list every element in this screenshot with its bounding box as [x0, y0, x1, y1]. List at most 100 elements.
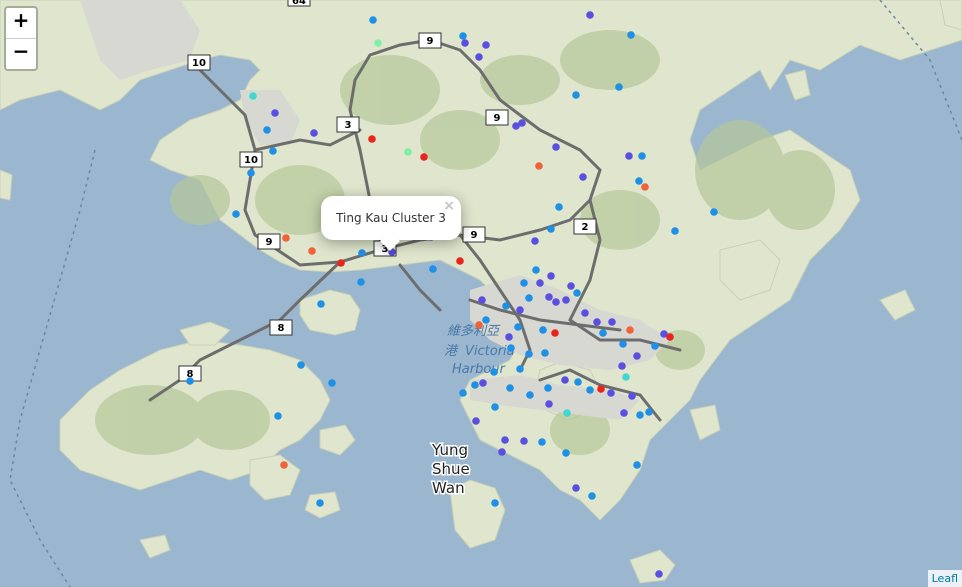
cluster-marker[interactable]: [626, 326, 634, 334]
cluster-marker[interactable]: [572, 91, 580, 99]
cluster-marker[interactable]: [274, 412, 282, 420]
cluster-marker[interactable]: [374, 39, 382, 47]
cluster-marker[interactable]: [532, 266, 540, 274]
cluster-marker[interactable]: [249, 92, 257, 100]
map-canvas[interactable]: Yung Shue Wan 維多利亞 港 Victoria Harbour 10…: [0, 0, 962, 587]
cluster-marker[interactable]: [459, 389, 467, 397]
cluster-marker[interactable]: [651, 342, 659, 350]
cluster-marker[interactable]: [628, 392, 636, 400]
cluster-marker[interactable]: [619, 340, 627, 348]
cluster-marker[interactable]: [520, 437, 528, 445]
zoom-in-button[interactable]: +: [6, 8, 36, 39]
cluster-marker[interactable]: [310, 129, 318, 137]
cluster-marker[interactable]: [247, 169, 255, 177]
cluster-marker[interactable]: [471, 381, 479, 389]
cluster-marker[interactable]: [599, 329, 607, 337]
cluster-marker[interactable]: [317, 300, 325, 308]
cluster-marker[interactable]: [186, 377, 194, 385]
cluster-marker[interactable]: [655, 570, 663, 578]
cluster-marker[interactable]: [710, 208, 718, 216]
cluster-marker[interactable]: [563, 409, 571, 417]
cluster-marker[interactable]: [555, 203, 563, 211]
cluster-marker[interactable]: [636, 411, 644, 419]
cluster-marker[interactable]: [618, 362, 626, 370]
cluster-marker[interactable]: [671, 227, 679, 235]
cluster-marker[interactable]: [482, 316, 490, 324]
cluster-marker[interactable]: [282, 234, 290, 242]
cluster-marker[interactable]: [622, 373, 630, 381]
cluster-marker[interactable]: [579, 173, 587, 181]
cluster-marker[interactable]: [551, 329, 559, 337]
cluster-marker[interactable]: [478, 296, 486, 304]
cluster-marker[interactable]: [574, 378, 582, 386]
cluster-marker[interactable]: [502, 302, 510, 310]
cluster-marker[interactable]: [280, 461, 288, 469]
cluster-marker[interactable]: [475, 321, 483, 329]
cluster-marker[interactable]: [572, 484, 580, 492]
cluster-marker[interactable]: [538, 438, 546, 446]
cluster-marker[interactable]: [297, 361, 305, 369]
cluster-marker[interactable]: [562, 296, 570, 304]
cluster-marker[interactable]: [531, 237, 539, 245]
cluster-marker[interactable]: [552, 298, 560, 306]
cluster-marker[interactable]: [562, 449, 570, 457]
cluster-marker[interactable]: [597, 385, 605, 393]
cluster-marker[interactable]: [638, 152, 646, 160]
cluster-marker[interactable]: [547, 225, 555, 233]
cluster-marker[interactable]: [516, 306, 524, 314]
cluster-marker[interactable]: [456, 257, 464, 265]
cluster-marker[interactable]: [635, 177, 643, 185]
cluster-marker[interactable]: [420, 153, 428, 161]
cluster-marker[interactable]: [545, 293, 553, 301]
cluster-marker[interactable]: [536, 279, 544, 287]
cluster-marker[interactable]: [627, 31, 635, 39]
cluster-marker[interactable]: [615, 83, 623, 91]
cluster-marker[interactable]: [525, 350, 533, 358]
cluster-marker[interactable]: [358, 249, 366, 257]
cluster-marker[interactable]: [581, 309, 589, 317]
cluster-marker[interactable]: [501, 436, 509, 444]
cluster-marker[interactable]: [482, 41, 490, 49]
cluster-marker[interactable]: [491, 499, 499, 507]
attribution[interactable]: Leafl: [927, 570, 962, 587]
cluster-marker[interactable]: [263, 126, 271, 134]
cluster-marker[interactable]: [316, 499, 324, 507]
zoom-out-button[interactable]: −: [6, 39, 36, 69]
cluster-marker[interactable]: [429, 265, 437, 273]
cluster-marker[interactable]: [607, 389, 615, 397]
cluster-marker[interactable]: [337, 259, 345, 267]
cluster-marker[interactable]: [232, 210, 240, 218]
cluster-marker[interactable]: [525, 294, 533, 302]
cluster-marker[interactable]: [507, 344, 515, 352]
cluster-marker[interactable]: [505, 333, 513, 341]
cluster-marker[interactable]: [573, 289, 581, 297]
cluster-marker[interactable]: [641, 183, 649, 191]
cluster-marker[interactable]: [666, 333, 674, 341]
cluster-marker[interactable]: [472, 417, 480, 425]
cluster-marker[interactable]: [561, 376, 569, 384]
cluster-marker[interactable]: [593, 318, 601, 326]
cluster-marker[interactable]: [514, 323, 522, 331]
cluster-marker[interactable]: [516, 365, 524, 373]
cluster-marker[interactable]: [475, 53, 483, 61]
cluster-marker[interactable]: [404, 148, 412, 156]
cluster-marker[interactable]: [645, 408, 653, 416]
cluster-marker[interactable]: [491, 403, 499, 411]
cluster-marker[interactable]: [541, 349, 549, 357]
cluster-marker[interactable]: [328, 379, 336, 387]
cluster-marker[interactable]: [544, 384, 552, 392]
cluster-marker[interactable]: [586, 11, 594, 19]
cluster-marker[interactable]: [269, 147, 277, 155]
cluster-marker[interactable]: [535, 162, 543, 170]
cluster-marker[interactable]: [633, 461, 641, 469]
cluster-marker[interactable]: [357, 278, 365, 286]
cluster-marker[interactable]: [608, 318, 616, 326]
cluster-marker[interactable]: [586, 386, 594, 394]
cluster-marker[interactable]: [547, 272, 555, 280]
cluster-marker[interactable]: [620, 409, 628, 417]
cluster-marker[interactable]: [459, 32, 467, 40]
close-icon[interactable]: ×: [443, 198, 455, 214]
cluster-marker[interactable]: [633, 352, 641, 360]
cluster-marker[interactable]: [539, 326, 547, 334]
cluster-marker[interactable]: [552, 143, 560, 151]
